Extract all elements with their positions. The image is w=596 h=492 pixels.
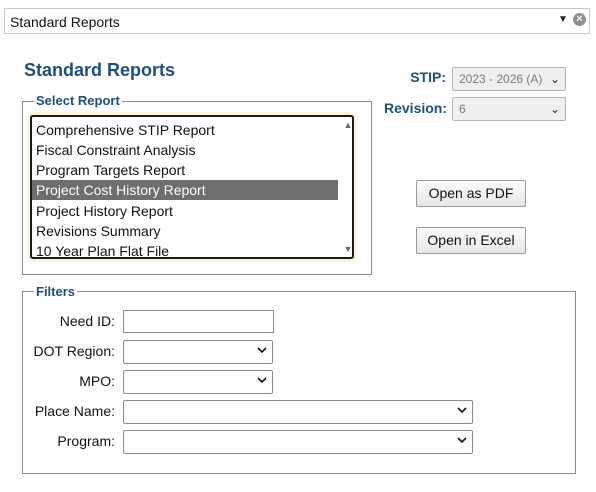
list-item[interactable]: Fiscal Constraint Analysis — [32, 140, 338, 160]
revision-select[interactable]: 6 ⌄ — [452, 97, 566, 121]
chevron-down-icon: ⌄ — [549, 72, 560, 86]
dot-region-select[interactable] — [123, 340, 273, 364]
program-label: Program: — [57, 433, 115, 449]
scroll-up-arrow-icon[interactable]: ▲ — [343, 120, 352, 130]
list-item[interactable]: 10 Year Plan Flat File — [32, 241, 338, 257]
close-circle-icon[interactable]: × — [573, 13, 586, 26]
chevron-down-icon — [257, 347, 267, 354]
mpo-label: MPO: — [79, 373, 115, 389]
report-selector-bar[interactable]: Standard Reports ▼ × — [4, 8, 590, 34]
list-item[interactable]: Project History Report — [32, 201, 338, 221]
filters-legend: Filters — [34, 284, 78, 299]
place-name-select[interactable] — [123, 400, 473, 424]
caret-down-icon[interactable]: ▼ — [558, 14, 568, 25]
report-listbox-frame: Comprehensive STIP Report Fiscal Constra… — [27, 112, 357, 262]
stip-label: STIP: — [410, 69, 446, 85]
select-report-legend: Select Report — [34, 93, 122, 108]
list-item[interactable]: Program Targets Report — [32, 160, 338, 180]
list-item[interactable]: Comprehensive STIP Report — [32, 120, 338, 140]
program-select[interactable] — [123, 430, 473, 454]
mpo-select[interactable] — [123, 370, 273, 394]
chevron-down-icon: ⌄ — [549, 102, 560, 116]
need-id-input[interactable] — [123, 310, 274, 333]
stip-select-value: 2023 - 2026 (A) — [459, 72, 543, 86]
report-selector-title: Standard Reports — [10, 14, 120, 30]
report-listbox[interactable]: Comprehensive STIP Report Fiscal Constra… — [30, 115, 354, 259]
scroll-down-arrow-icon[interactable]: ▼ — [343, 244, 352, 254]
revision-label: Revision: — [384, 100, 448, 116]
chevron-down-icon — [257, 377, 267, 384]
need-id-label: Need ID: — [59, 313, 115, 329]
place-name-label: Place Name: — [34, 403, 115, 419]
open-pdf-button[interactable]: Open as PDF — [416, 180, 526, 207]
chevron-down-icon — [457, 407, 467, 414]
stip-select[interactable]: 2023 - 2026 (A) ⌄ — [452, 67, 566, 91]
page-title: Standard Reports — [24, 60, 176, 80]
revision-select-value: 6 — [459, 102, 466, 116]
dot-region-label: DOT Region: — [33, 343, 115, 359]
open-excel-button[interactable]: Open in Excel — [416, 227, 526, 254]
chevron-down-icon — [457, 437, 467, 444]
list-item-selected[interactable]: Project Cost History Report — [32, 180, 338, 200]
list-item[interactable]: Revisions Summary — [32, 221, 338, 241]
